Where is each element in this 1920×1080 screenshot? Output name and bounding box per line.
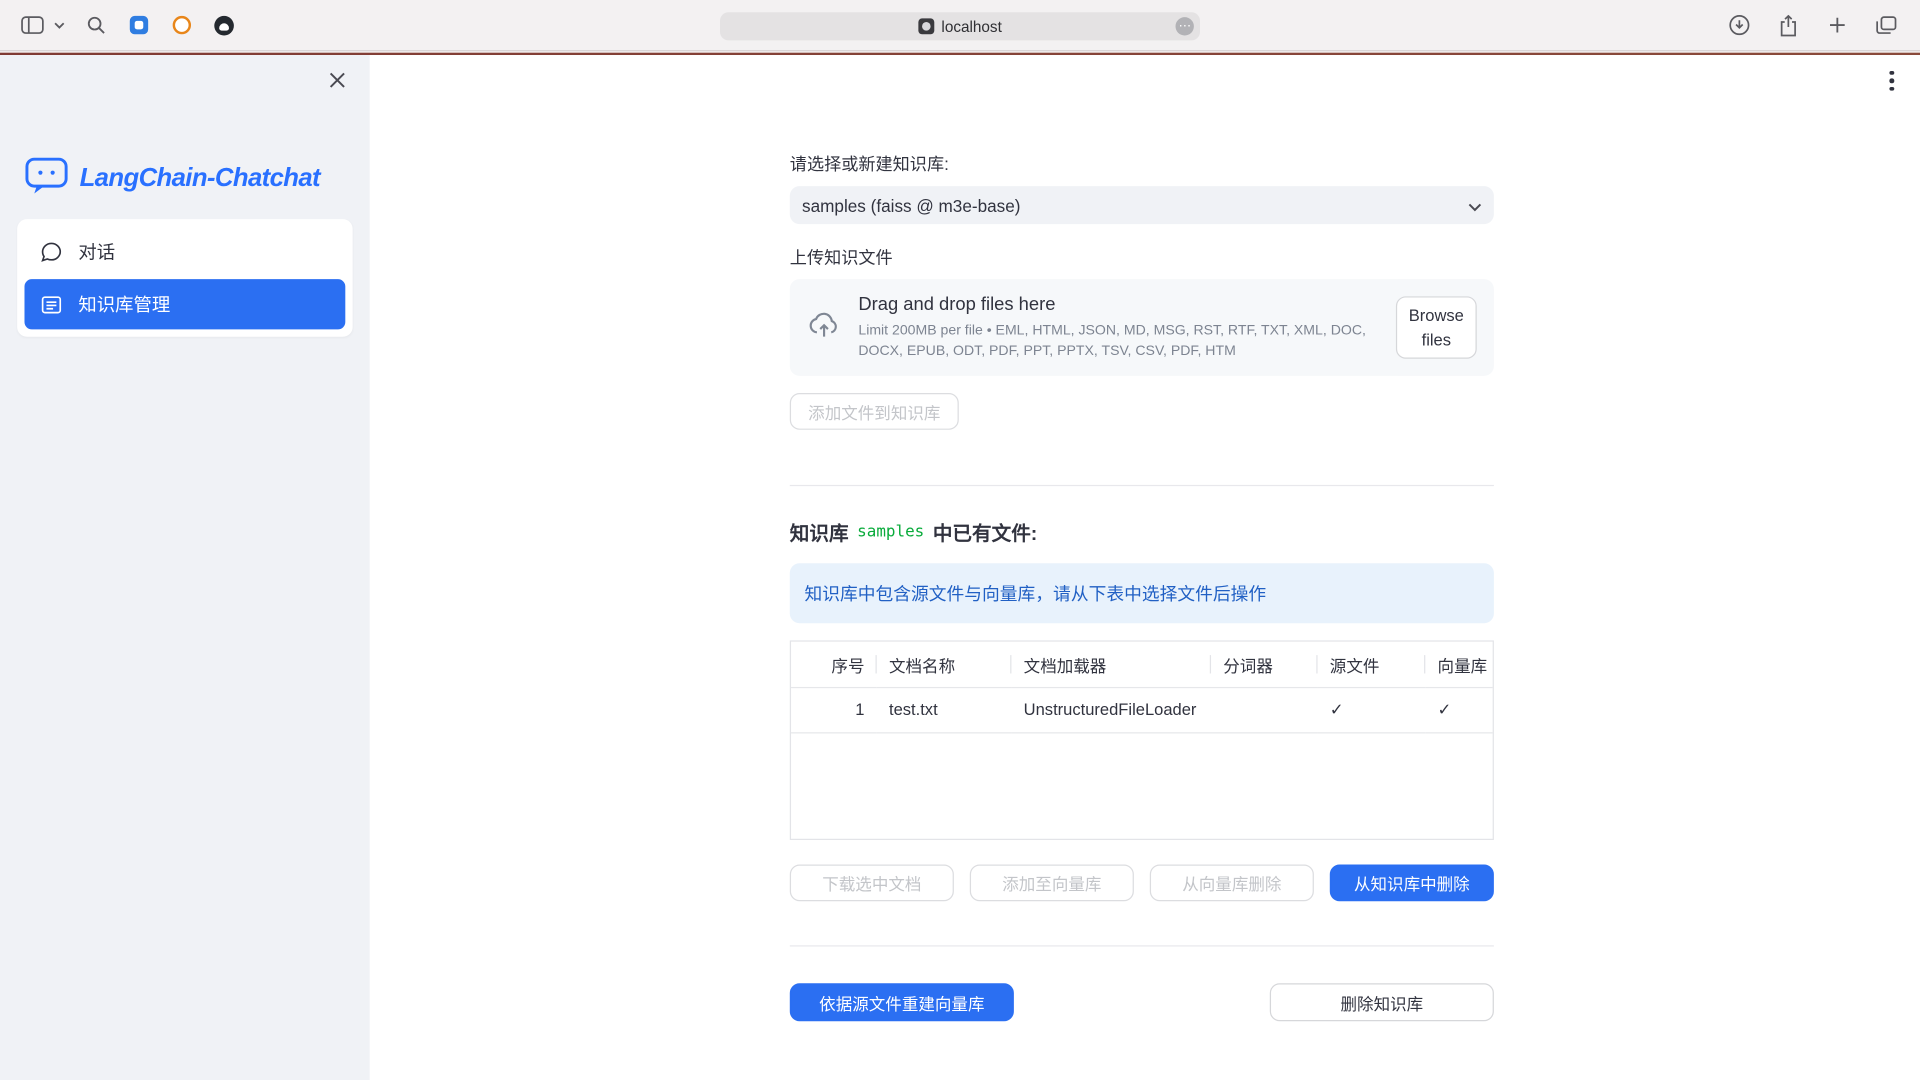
column-header-splitter[interactable]: 分词器: [1211, 642, 1318, 687]
main-content: 请选择或新建知识库: samples (faiss @ m3e-base) 上传…: [370, 55, 1920, 1080]
toolbar-right-group: [1727, 13, 1920, 37]
column-header-source[interactable]: 源文件: [1318, 642, 1426, 687]
cell-source-check: ✓: [1318, 687, 1426, 732]
files-heading-prefix: 知识库: [790, 517, 849, 546]
sidebar: LangChain-Chatchat 对话 知识库管理: [0, 55, 370, 1080]
logo-chat-icon: [24, 156, 68, 203]
files-heading-suffix: 中已有文件:: [933, 517, 1038, 546]
app-logo: LangChain-Chatchat: [24, 156, 320, 203]
browse-files-button[interactable]: Browse files: [1396, 296, 1477, 359]
content-column: 请选择或新建知识库: samples (faiss @ m3e-base) 上传…: [790, 55, 1494, 1022]
upload-label: 上传知识文件: [790, 245, 1494, 269]
toolbar-left-group: [0, 13, 236, 37]
column-header-name[interactable]: 文档名称: [877, 642, 1012, 687]
bottom-actions: 依据源文件重建向量库 删除知识库: [790, 984, 1494, 1022]
select-chevron-down-icon: [1468, 195, 1481, 215]
sidebar-item-chat[interactable]: 对话: [24, 227, 345, 277]
cell-index: 1: [791, 687, 877, 732]
sidebar-item-label: 知识库管理: [78, 291, 170, 317]
address-bar[interactable]: localhost ⋯: [720, 12, 1200, 40]
cell-vector-check: ✓: [1425, 687, 1492, 732]
sidebar-toggle-icon[interactable]: [20, 13, 44, 37]
cell-splitter: [1211, 687, 1318, 732]
info-banner: 知识库中包含源文件与向量库，请从下表中选择文件后操作: [790, 564, 1494, 624]
dropzone-limit: Limit 200MB per file • EML, HTML, JSON, …: [858, 321, 1372, 362]
table-row[interactable]: 1 test.txt UnstructuredFileLoader ✓ ✓: [791, 687, 1493, 732]
row-actions: 下载选中文档 添加至向量库 从向量库删除 从知识库中删除: [790, 865, 1494, 902]
column-header-index[interactable]: 序号: [791, 642, 877, 687]
github-extension-icon[interactable]: [212, 13, 236, 37]
extension-icon-1[interactable]: [126, 13, 150, 37]
kb-select-label: 请选择或新建知识库:: [790, 152, 1494, 176]
address-url: localhost: [941, 18, 1001, 35]
kb-selected-value: samples (faiss @ m3e-base): [802, 195, 1020, 215]
search-icon[interactable]: [83, 13, 107, 37]
screen: localhost ⋯: [0, 0, 1920, 1080]
new-tab-icon[interactable]: [1824, 13, 1848, 37]
logo-text: LangChain-Chatchat: [80, 164, 320, 193]
share-icon[interactable]: [1776, 13, 1800, 37]
sidebar-item-kb-management[interactable]: 知识库管理: [24, 279, 345, 329]
delete-from-vectorstore-button[interactable]: 从向量库删除: [1150, 865, 1314, 902]
extension-icon-2[interactable]: [169, 13, 193, 37]
column-header-loader[interactable]: 文档加载器: [1011, 642, 1211, 687]
rebuild-vectorstore-button[interactable]: 依据源文件重建向量库: [790, 984, 1014, 1022]
files-table: 序号 文档名称 文档加载器 分词器 源文件 向量库 1 test: [790, 641, 1494, 841]
file-dropzone[interactable]: Drag and drop files here Limit 200MB per…: [790, 279, 1494, 376]
add-to-vectorstore-button[interactable]: 添加至向量库: [970, 865, 1134, 902]
add-files-button[interactable]: 添加文件到知识库: [790, 393, 959, 430]
chevron-down-icon[interactable]: [53, 13, 65, 37]
browser-toolbar: localhost ⋯: [0, 0, 1920, 51]
cell-name: test.txt: [877, 687, 1012, 732]
tab-overview-icon[interactable]: [1873, 13, 1897, 37]
delete-kb-button[interactable]: 删除知识库: [1270, 984, 1494, 1022]
extensions-overflow-button[interactable]: ⋯: [1176, 17, 1194, 35]
column-header-vector[interactable]: 向量库: [1425, 642, 1492, 687]
sidebar-item-label: 对话: [78, 239, 115, 265]
dropzone-text: Drag and drop files here Limit 200MB per…: [858, 294, 1378, 362]
delete-from-kb-button[interactable]: 从知识库中删除: [1330, 865, 1494, 902]
downloads-icon[interactable]: [1727, 13, 1751, 37]
app-menu-button[interactable]: [1878, 67, 1905, 94]
table-header-row: 序号 文档名称 文档加载器 分词器 源文件 向量库: [791, 642, 1493, 687]
files-heading: 知识库 samples 中已有文件:: [790, 517, 1494, 546]
cloud-upload-icon: [807, 309, 841, 347]
sidebar-menu: 对话 知识库管理: [17, 219, 353, 337]
dropzone-title: Drag and drop files here: [858, 294, 1378, 315]
sidebar-close-button[interactable]: [326, 69, 348, 91]
site-favicon: [918, 18, 934, 34]
kb-selectbox[interactable]: samples (faiss @ m3e-base): [790, 186, 1494, 224]
chat-bubble-icon: [40, 241, 62, 263]
download-selected-button[interactable]: 下载选中文档: [790, 865, 954, 902]
divider: [790, 946, 1494, 947]
divider: [790, 485, 1494, 486]
kb-list-icon: [40, 293, 62, 315]
cell-loader: UnstructuredFileLoader: [1011, 687, 1211, 732]
app-page: LangChain-Chatchat 对话 知识库管理: [0, 55, 1920, 1080]
kb-name-code: samples: [857, 523, 924, 541]
